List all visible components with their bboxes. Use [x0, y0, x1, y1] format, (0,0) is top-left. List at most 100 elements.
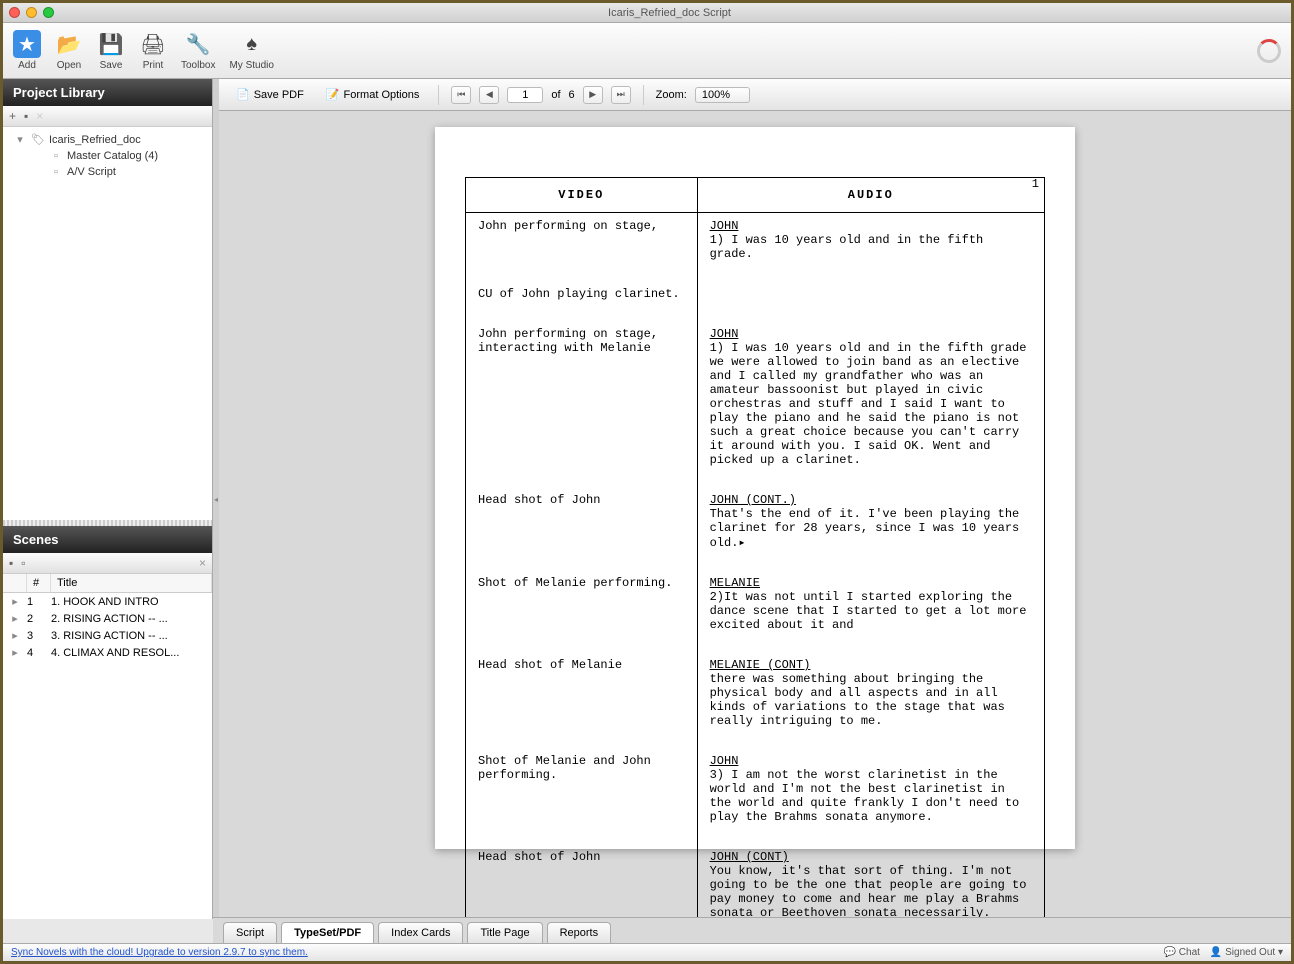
wrench-icon: 🔧: [184, 30, 212, 58]
chat-button[interactable]: 💬 Chat: [1164, 947, 1200, 958]
audio-column-header: AUDIO: [697, 178, 1044, 213]
video-cell: John performing on stage,: [466, 213, 698, 268]
disclosure-triangle-icon[interactable]: ▸: [3, 612, 27, 625]
save-pdf-button[interactable]: 📄 Save PDF: [229, 85, 311, 104]
disk-icon: 💾: [97, 30, 125, 58]
status-message[interactable]: Sync Novels with the cloud! Upgrade to v…: [11, 947, 308, 958]
disclosure-triangle-icon[interactable]: ▾: [13, 133, 27, 146]
speaker-label: JOHN (CONT.): [710, 493, 1032, 507]
scenes-header: Scenes: [3, 526, 212, 553]
document-icon: ▫: [49, 150, 63, 162]
add-button[interactable]: ★ Add: [13, 30, 41, 71]
window-title: Icaris_Refried_doc Script: [54, 7, 1285, 19]
page-total: 6: [569, 89, 575, 101]
dialogue-text: That's the end of it. I've been playing …: [710, 507, 1032, 550]
dialogue-text: 2)It was not until I started exploring t…: [710, 590, 1032, 632]
audio-cell: MELANIE (CONT)there was something about …: [697, 652, 1044, 734]
titlebar: Icaris_Refried_doc Script: [3, 3, 1291, 23]
last-page-button[interactable]: ⏭: [611, 86, 631, 104]
speaker-label: JOHN: [710, 327, 1032, 341]
scene-row[interactable]: ▸11. HOOK AND INTRO: [3, 593, 212, 610]
speaker-label: JOHN (CONT): [710, 850, 1032, 864]
printer-icon: 🖨: [139, 30, 167, 58]
disclosure-triangle-icon[interactable]: ▸: [3, 595, 27, 608]
dialogue-text: 3) I am not the worst clarinetist in the…: [710, 768, 1032, 824]
dialogue-text: 1) I was 10 years old and in the fifth g…: [710, 341, 1032, 467]
speaker-label: JOHN: [710, 219, 1032, 233]
sidebar: Project Library + ▪ × ▾ 🏷 Icaris_Refried…: [3, 79, 213, 919]
scenes-list: ▸11. HOOK AND INTRO▸22. RISING ACTION --…: [3, 593, 212, 661]
tree-root[interactable]: ▾ 🏷 Icaris_Refried_doc: [3, 131, 212, 148]
audio-cell: JOHN (CONT.)That's the end of it. I've b…: [697, 487, 1044, 556]
speaker-label: MELANIE: [710, 576, 1032, 590]
project-tree: ▾ 🏷 Icaris_Refried_doc ▫ Master Catalog …: [3, 127, 212, 184]
pdf-icon: 📄: [236, 88, 250, 101]
signed-out-menu[interactable]: 👤 Signed Out ▾: [1210, 947, 1283, 958]
folder-button[interactable]: ▪: [24, 109, 28, 123]
toolbox-button[interactable]: 🔧 Toolbox: [181, 30, 215, 71]
video-cell: Head shot of John: [466, 844, 698, 919]
scenes-col-num[interactable]: #: [27, 574, 51, 592]
scenes-close-button[interactable]: ×: [199, 556, 206, 570]
page-input[interactable]: [507, 87, 543, 103]
audio-cell: JOHN (CONT)You know, it's that sort of t…: [697, 844, 1044, 919]
next-page-button[interactable]: ▶: [583, 86, 603, 104]
video-cell: Shot of Melanie performing.: [466, 570, 698, 638]
video-cell: Shot of Melanie and John performing.: [466, 748, 698, 830]
speaker-label: MELANIE (CONT): [710, 658, 1032, 672]
document-viewer[interactable]: 1 VIDEO AUDIO John performing on stage,J…: [219, 111, 1291, 919]
zoom-window-button[interactable]: [43, 7, 54, 18]
video-cell: Head shot of Melanie: [466, 652, 698, 734]
zoom-label: Zoom:: [656, 89, 687, 101]
main-toolbar: ★ Add 📂 Open 💾 Save 🖨 Print 🔧 Toolbox ♠ …: [3, 23, 1291, 79]
tree-item-av-script[interactable]: ▫ A/V Script: [3, 164, 212, 180]
scenes-map-button[interactable]: ▫: [21, 556, 25, 570]
delete-item-button[interactable]: ×: [36, 109, 43, 123]
print-button[interactable]: 🖨 Print: [139, 30, 167, 71]
audio-cell: [697, 281, 1044, 307]
tab-typeset-pdf[interactable]: TypeSet/PDF: [281, 922, 374, 943]
first-page-button[interactable]: ⏮: [451, 86, 471, 104]
disclosure-triangle-icon[interactable]: ▸: [3, 646, 27, 659]
disclosure-triangle-icon[interactable]: ▸: [3, 629, 27, 642]
prev-page-button[interactable]: ◀: [479, 86, 499, 104]
video-cell: Head shot of John: [466, 487, 698, 556]
tab-reports[interactable]: Reports: [547, 922, 612, 943]
studio-icon: ♠: [238, 30, 266, 58]
tab-index-cards[interactable]: Index Cards: [378, 922, 463, 943]
scene-row[interactable]: ▸22. RISING ACTION -- ...: [3, 610, 212, 627]
scenes-toolbar: ▪ ▫ ×: [3, 553, 212, 574]
loading-spinner: [1257, 39, 1281, 63]
save-button[interactable]: 💾 Save: [97, 30, 125, 71]
zoom-select[interactable]: 100%: [695, 87, 750, 103]
folder-icon: 📂: [55, 30, 83, 58]
star-icon: ★: [13, 30, 41, 58]
add-item-button[interactable]: +: [9, 109, 16, 123]
scenes-columns: # Title: [3, 574, 212, 593]
scene-row[interactable]: ▸44. CLIMAX AND RESOL...: [3, 644, 212, 661]
dialogue-text: there was something about bringing the p…: [710, 672, 1032, 728]
tag-icon: 🏷: [31, 133, 45, 146]
scenes-col-title[interactable]: Title: [51, 574, 212, 592]
content-area: 📄 Save PDF 📝 Format Options ⏮ ◀ of 6 ▶ ⏭…: [219, 79, 1291, 919]
my-studio-button[interactable]: ♠ My Studio: [229, 30, 273, 71]
open-button[interactable]: 📂 Open: [55, 30, 83, 71]
minimize-window-button[interactable]: [26, 7, 37, 18]
tab-script[interactable]: Script: [223, 922, 277, 943]
audio-cell: JOHN3) I am not the worst clarinetist in…: [697, 748, 1044, 830]
scenes-view-button[interactable]: ▪: [9, 556, 13, 570]
audio-cell: JOHN1) I was 10 years old and in the fif…: [697, 321, 1044, 473]
close-window-button[interactable]: [9, 7, 20, 18]
scene-row[interactable]: ▸33. RISING ACTION -- ...: [3, 627, 212, 644]
statusbar: Sync Novels with the cloud! Upgrade to v…: [3, 943, 1291, 961]
tab-title-page[interactable]: Title Page: [467, 922, 542, 943]
tree-item-master-catalog[interactable]: ▫ Master Catalog (4): [3, 148, 212, 164]
audio-cell: MELANIE2)It was not until I started expl…: [697, 570, 1044, 638]
format-options-button[interactable]: 📝 Format Options: [319, 85, 427, 104]
dialogue-text: 1) I was 10 years old and in the fifth g…: [710, 233, 1032, 261]
format-icon: 📝: [326, 88, 340, 101]
project-library-header: Project Library: [3, 79, 212, 106]
page-number: 1: [1032, 177, 1039, 191]
document-page: 1 VIDEO AUDIO John performing on stage,J…: [435, 127, 1075, 849]
dialogue-text: You know, it's that sort of thing. I'm n…: [710, 864, 1032, 919]
